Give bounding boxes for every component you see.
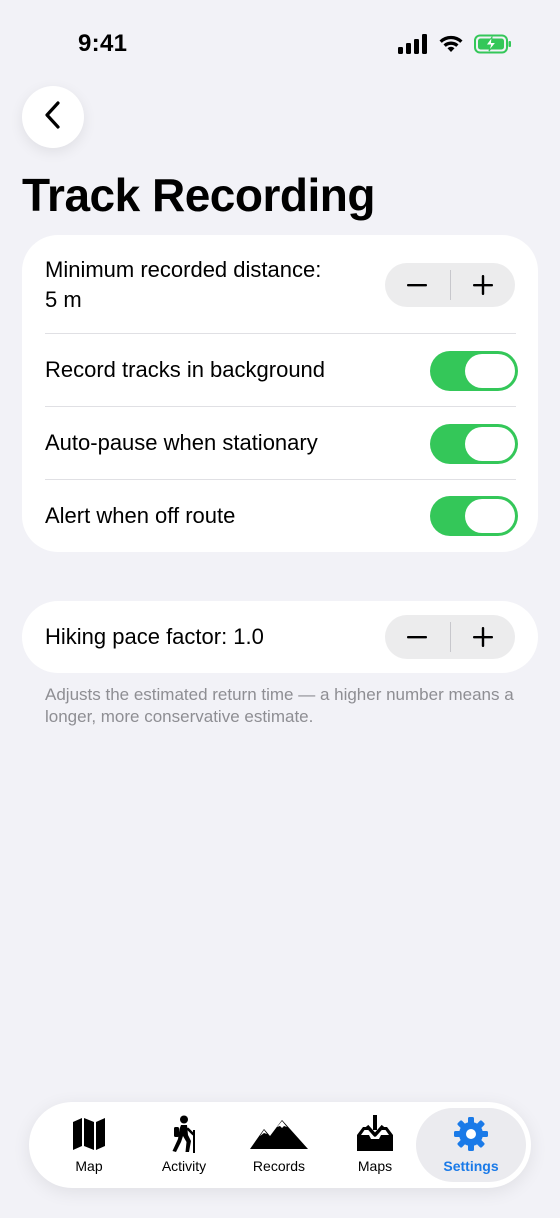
minus-icon [407, 284, 428, 287]
tab-map[interactable]: Map [41, 1108, 137, 1182]
tab-label: Records [252, 1158, 306, 1174]
cellular-signal-icon [398, 34, 428, 59]
background-recording-toggle[interactable] [430, 351, 518, 391]
track-recording-screen: 9:41 Track Recording Minimum recorded di… [0, 0, 560, 1218]
pace-factor-increment-button[interactable] [451, 615, 516, 659]
background-recording-label: Record tracks in background [45, 357, 326, 382]
status-time: 9:41 [78, 30, 128, 57]
auto-pause-label: Auto-pause when stationary [45, 430, 318, 455]
min-distance-increment-button[interactable] [451, 263, 516, 307]
chevron-left-icon [43, 100, 63, 135]
plus-icon [472, 275, 493, 295]
tab-label: Activity [161, 1158, 207, 1174]
toggle-knob [465, 354, 515, 388]
min-distance-label: Minimum recorded distance: 5 m [45, 255, 321, 315]
pace-factor-decrement-button[interactable] [385, 615, 450, 659]
min-distance-stepper [385, 263, 515, 307]
gear-icon [453, 1114, 489, 1154]
tab-label: Settings [443, 1158, 499, 1174]
pace-factor-footnote: Adjusts the estimated return time — a hi… [45, 685, 514, 726]
tab-settings[interactable]: Settings [416, 1108, 526, 1182]
wifi-icon [438, 34, 464, 59]
tab-label: Maps [357, 1158, 393, 1174]
min-distance-value: 5 m [45, 287, 82, 312]
battery-charging-icon [474, 34, 512, 59]
tab-records[interactable]: Records [231, 1108, 327, 1182]
tab-bar: Map Activity Records Maps Settings [29, 1102, 531, 1188]
tab-maps[interactable]: Maps [327, 1108, 423, 1182]
hiker-icon [169, 1114, 199, 1154]
toggle-knob [465, 427, 515, 461]
status-bar: 9:41 [0, 0, 560, 90]
pace-factor-stepper [385, 615, 515, 659]
pace-settings-card: Hiking pace factor: 1.0 [22, 601, 538, 673]
tab-label: Map [75, 1158, 103, 1174]
map-icon [71, 1114, 107, 1154]
min-distance-decrement-button[interactable] [385, 263, 450, 307]
status-icons [398, 34, 512, 59]
page-title: Track Recording [22, 169, 375, 221]
download-tray-icon [355, 1114, 395, 1154]
auto-pause-toggle[interactable] [430, 424, 518, 464]
off-route-alert-toggle[interactable] [430, 496, 518, 536]
plus-icon [472, 627, 493, 647]
min-distance-title: Minimum recorded distance: [45, 257, 322, 282]
mountains-icon [250, 1114, 308, 1154]
recording-settings-card: Minimum recorded distance: 5 m Record tr… [22, 235, 538, 552]
back-button[interactable] [22, 86, 84, 148]
toggle-knob [465, 499, 515, 533]
minus-icon [407, 636, 428, 639]
pace-factor-label: Hiking pace factor: 1.0 [45, 624, 264, 649]
tab-activity[interactable]: Activity [136, 1108, 232, 1182]
off-route-alert-label: Alert when off route [45, 503, 236, 528]
